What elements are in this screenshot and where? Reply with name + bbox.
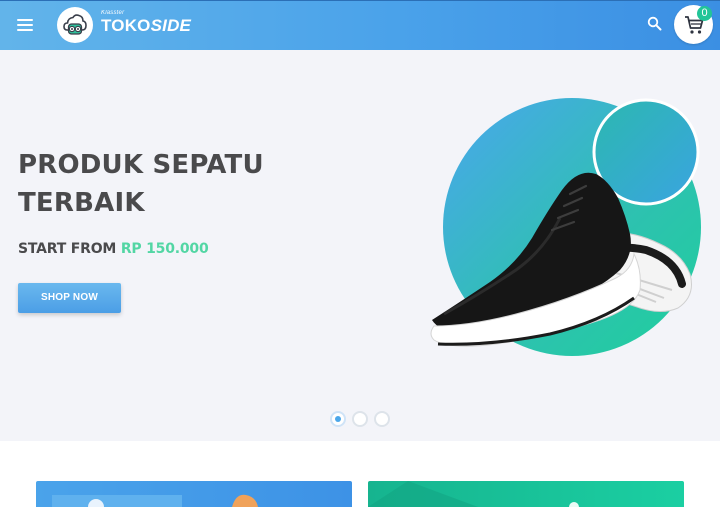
slide-dot-2[interactable] [352,411,368,427]
promo-card-2-art [368,481,579,507]
hero-price: START FROM RP 150.000 [18,241,209,257]
brand-name-part-2: SIDE [150,16,192,35]
hero-slider[interactable]: PRODUK SEPATU TERBAIK START FROM RP 150.… [0,50,720,441]
hero-title: PRODUK SEPATU TERBAIK [18,150,264,218]
brand-tagline: Klasster [101,10,125,16]
brand-name: TOKOSIDE [101,16,191,35]
promo-cards-section [0,441,720,507]
brand-wordmark[interactable]: Klasster TOKOSIDE [101,10,191,35]
cart-count-badge: 0 [697,6,712,21]
product-shoe-image [430,98,701,356]
top-navbar: Klasster TOKOSIDE 0 [0,0,720,50]
promo-card-1[interactable] [36,481,352,507]
menu-bar [17,24,33,26]
hamburger-menu-button[interactable] [16,16,36,32]
promo-card-1-art [52,494,258,507]
slide-dot-1[interactable] [330,411,346,427]
promo-card-2[interactable] [368,481,684,507]
menu-bar [17,19,33,21]
brand-name-part-1: TOKO [101,16,151,35]
menu-bar [17,29,33,31]
slider-pagination [330,411,394,427]
brand-logo-icon[interactable] [57,7,93,43]
search-icon [647,16,662,31]
robot-face-logo-icon [63,14,87,35]
price-value: RP 150.000 [120,241,209,257]
slide-dot-3[interactable] [374,411,390,427]
search-button[interactable] [646,15,664,33]
shop-now-button[interactable]: SHOP NOW [18,283,121,313]
price-prefix: START FROM [18,241,121,257]
